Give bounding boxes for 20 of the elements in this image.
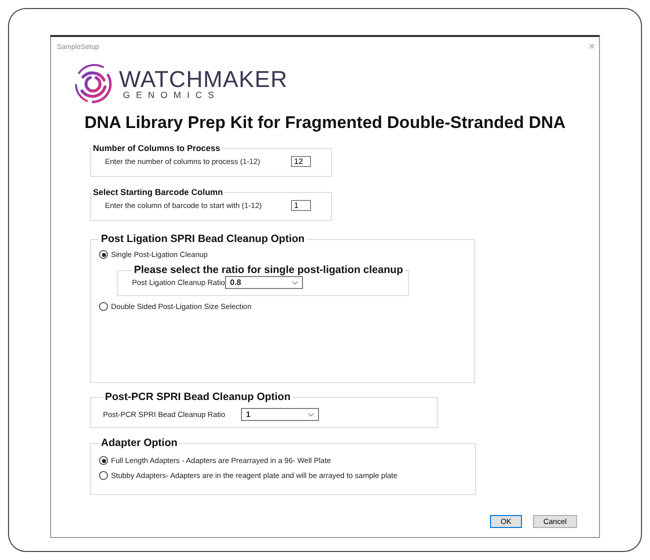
ratio-dropdown[interactable]: 1 <box>241 408 319 421</box>
group-title: Please select the ratio for single post-ligation cleanup <box>133 264 404 276</box>
group-title: Select Starting Barcode Column <box>92 187 224 197</box>
chevron-icon <box>308 412 314 416</box>
group-title: Number of Columns to Process <box>92 143 222 153</box>
radio-button[interactable] <box>99 471 108 480</box>
input-field[interactable]: 1 <box>291 200 311 210</box>
group-title: Post-PCR SPRI Bead Cleanup Option <box>104 391 292 403</box>
radio-button[interactable] <box>99 302 108 311</box>
logo-icon <box>73 63 113 105</box>
page-heading: DNA Library Prep Kit for Fragmented Double-Stranded DNA <box>83 113 567 133</box>
logo-text: WATCHMAKER <box>119 68 288 91</box>
input-field[interactable]: 12 <box>291 156 311 166</box>
group-title: Adapter Option <box>100 437 178 449</box>
logo-subtitle: GENOMICS <box>123 90 222 100</box>
chevron-icon <box>292 280 298 284</box>
radio-button[interactable] <box>99 250 108 259</box>
group-title: Post Ligation SPRI Bead Cleanup Option <box>100 233 306 245</box>
radio-button[interactable] <box>99 456 108 465</box>
ratio-dropdown[interactable]: 0.8 <box>225 276 303 289</box>
